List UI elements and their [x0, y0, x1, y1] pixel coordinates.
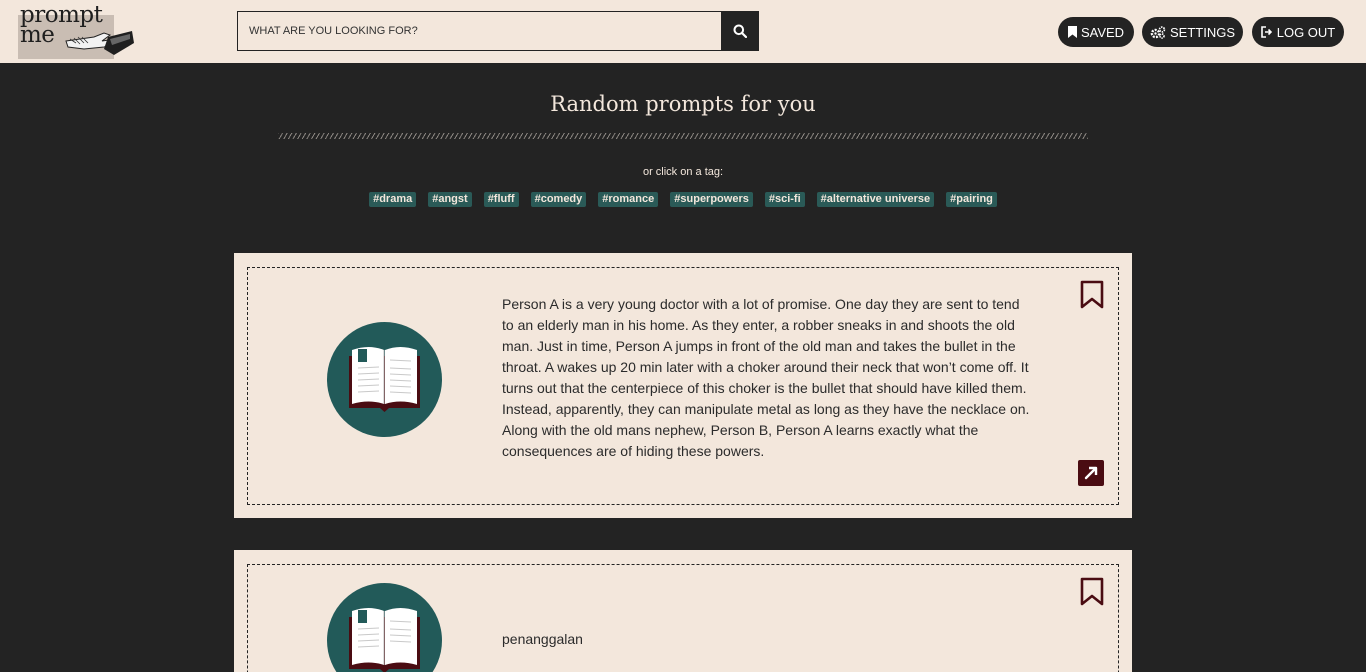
hand-with-book-icon [65, 31, 134, 55]
tag-sci-fi[interactable]: #sci-fi [764, 192, 805, 207]
prompt-text: Person A is a very young doctor with a l… [502, 296, 1030, 459]
search-input[interactable] [238, 12, 722, 50]
arrow-up-right-icon [1084, 466, 1098, 480]
logout-label: LOG OUT [1276, 24, 1336, 40]
tag-alternative-universe[interactable]: #alternative universe [816, 192, 935, 207]
sign-out-icon [1260, 26, 1272, 38]
open-book-icon [327, 322, 442, 437]
gears-icon [1150, 25, 1166, 39]
tag-romance[interactable]: #romance [598, 192, 659, 207]
search-icon [733, 24, 747, 38]
open-prompt-button[interactable] [1078, 460, 1104, 486]
tag-superpowers[interactable]: #superpowers [670, 192, 753, 207]
logout-button[interactable]: LOG OUT [1252, 17, 1344, 47]
prompt-card: penanggalan [234, 550, 1132, 672]
open-book-icon [327, 583, 442, 672]
saved-button[interactable]: SAVED [1058, 17, 1134, 47]
prompt-card-border: penanggalan [247, 564, 1119, 672]
bookmark-icon[interactable] [1080, 280, 1104, 310]
hatched-divider [278, 133, 1088, 139]
logo[interactable]: prompt me [18, 4, 136, 59]
settings-label: SETTINGS [1169, 24, 1235, 40]
search-bar [237, 11, 759, 51]
tag-hint: or click on a tag: [642, 166, 724, 178]
tag-angst[interactable]: #angst [428, 192, 472, 207]
tag-fluff[interactable]: #fluff [483, 192, 519, 207]
prompt-card-border: Person A is a very young doctor with a l… [247, 267, 1119, 505]
bookmark-icon [1067, 26, 1077, 38]
tag-drama[interactable]: #drama [369, 192, 417, 207]
bookmark-icon[interactable] [1080, 577, 1104, 607]
top-header: prompt me SAVED SETTINGS [0, 0, 1366, 63]
tag-comedy[interactable]: #comedy [530, 192, 587, 207]
saved-label: SAVED [1080, 24, 1125, 40]
prompt-card: Person A is a very young doctor with a l… [234, 253, 1132, 518]
tag-list: #drama #angst #fluff #comedy #romance #s… [0, 192, 1366, 207]
page-title: Random prompts for you [550, 92, 816, 116]
tag-pairing[interactable]: #pairing [946, 192, 997, 207]
search-button[interactable] [721, 12, 758, 50]
prompt-text: penanggalan [502, 631, 583, 647]
settings-button[interactable]: SETTINGS [1142, 17, 1243, 47]
